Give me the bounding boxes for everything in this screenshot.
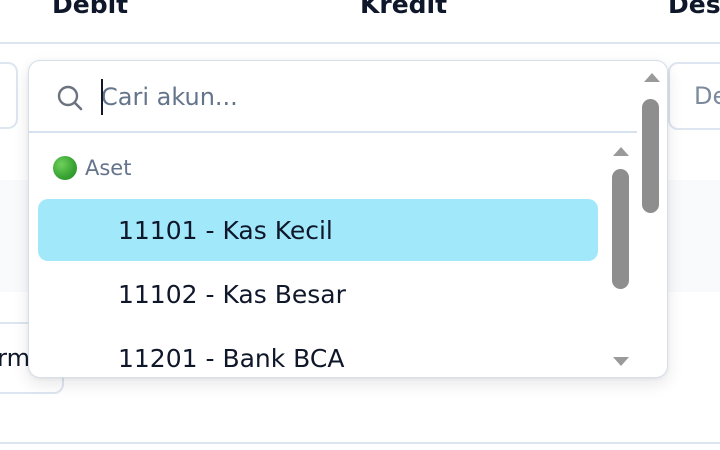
description-input-text: De — [694, 82, 720, 110]
debit-input[interactable] — [0, 62, 18, 129]
confirm-button-label: rm — [0, 344, 30, 372]
account-option-11201[interactable]: 11201 - Bank BCA — [38, 327, 598, 377]
options-scrollbar[interactable] — [607, 139, 637, 377]
search-icon — [57, 85, 83, 111]
account-group-aset: Aset — [53, 153, 131, 183]
options-scrollbar-thumb[interactable] — [612, 169, 629, 289]
account-option-11101[interactable]: 11101 - Kas Kecil — [38, 199, 598, 261]
journal-entry-page: Debit Kredit Des De rm Aset 11101 - Kas … — [0, 0, 720, 450]
dropdown-scrollbar[interactable] — [637, 61, 667, 377]
green-circle-icon — [53, 156, 77, 180]
account-option-label: 11101 - Kas Kecil — [118, 215, 333, 245]
account-option-label: 11102 - Kas Besar — [118, 279, 346, 309]
account-search-input[interactable] — [101, 77, 601, 117]
header-divider — [0, 42, 720, 44]
column-header-kredit: Kredit — [360, 0, 448, 19]
account-option-label: 11201 - Bank BCA — [118, 343, 345, 373]
account-group-label: Aset — [85, 156, 132, 180]
account-dropdown: Aset 11101 - Kas Kecil 11102 - Kas Besar… — [28, 60, 668, 378]
text-caret — [101, 79, 103, 115]
footer-divider — [0, 442, 720, 444]
column-header-debit: Debit — [52, 0, 129, 19]
account-search-bar — [29, 61, 637, 133]
column-header-deskripsi: Des — [668, 0, 720, 19]
scroll-down-arrow-icon[interactable] — [613, 357, 629, 366]
scroll-up-arrow-icon[interactable] — [644, 73, 660, 82]
dropdown-scrollbar-thumb[interactable] — [642, 99, 659, 213]
description-input[interactable]: De — [668, 62, 720, 130]
account-option-11102[interactable]: 11102 - Kas Besar — [38, 263, 598, 325]
scroll-up-arrow-icon[interactable] — [613, 147, 629, 156]
